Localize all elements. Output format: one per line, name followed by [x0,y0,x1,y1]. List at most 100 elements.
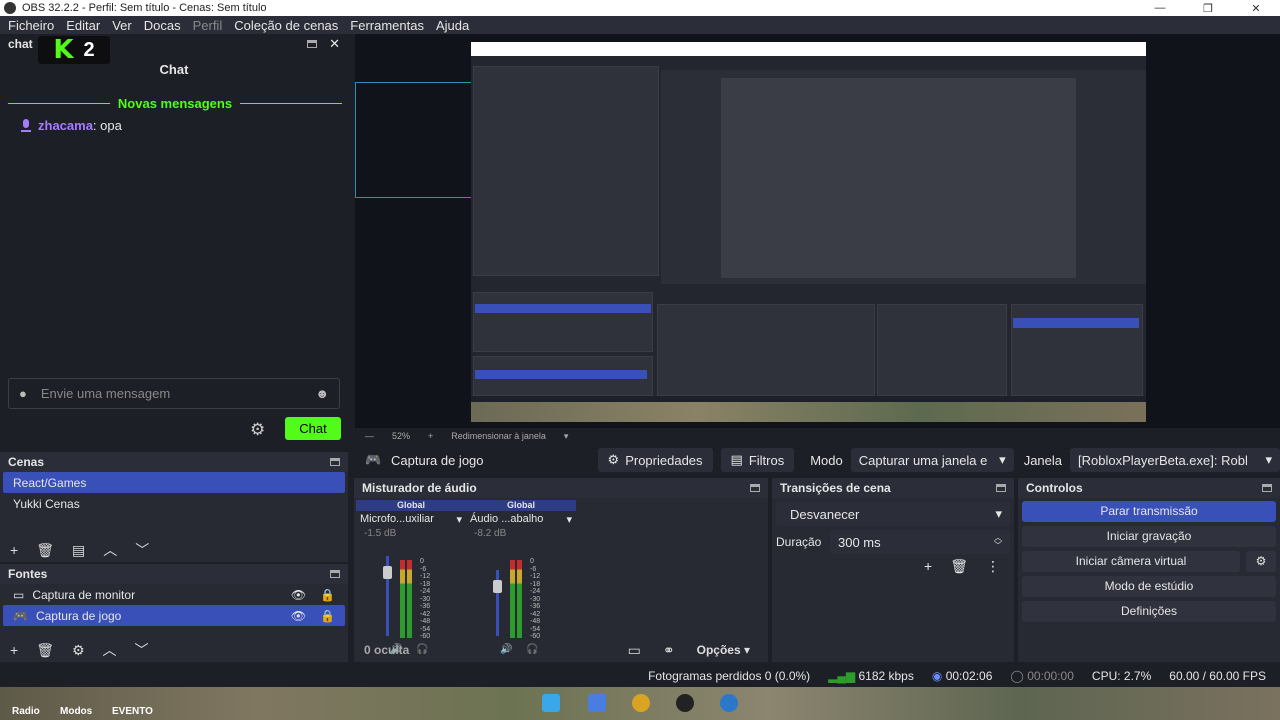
channel-group: Global [466,500,576,511]
mixer-link-icon[interactable]: ⚭ [663,642,675,659]
meter-scale: 0 -6 -12 -18 -24 -30 -36 -42 -48 -54 -60 [420,558,431,640]
chevron-down-icon: ▾ [1265,452,1272,467]
undock-icon[interactable] [330,458,340,466]
menu-editar[interactable]: Editar [66,18,100,33]
scene-item[interactable]: Yukki Cenas [3,493,345,514]
studio-mode-button[interactable]: Modo de estúdio [1022,576,1276,597]
game-capture-icon: 🎮 [365,452,382,467]
volume-knob[interactable] [383,566,392,579]
emoji-icon[interactable]: ☻ [315,386,329,401]
zoom-in-icon[interactable]: + [428,431,433,441]
eye-icon[interactable]: 👁 [291,588,306,602]
filter-icon[interactable]: ▤ [72,542,85,559]
transitions-panel: Transições de cena Desvanecer ▾ Duração … [772,478,1014,662]
properties-button[interactable]: ⚙ Propriedades [597,448,713,472]
hud-radio-label[interactable]: Radio [12,706,40,717]
maximize-button[interactable]: ❐ [1184,2,1232,15]
trash-icon[interactable]: 🗑 [950,558,968,575]
message-username[interactable]: zhacama [38,118,93,133]
menu-ferramentas[interactable]: Ferramentas [350,18,424,33]
kick-logo: K 2 [38,35,110,65]
channel-menu-icon[interactable]: ▾ [566,513,572,526]
minimize-button[interactable]: — [1136,2,1184,14]
chevron-up-icon[interactable]: ︿ [103,540,117,560]
stop-stream-button[interactable]: Parar transmissão [1022,501,1276,522]
audio-mixer-panel: Misturador de áudio Global Microfo...uxi… [354,478,768,662]
undock-icon[interactable] [996,484,1006,492]
chevron-down-icon: ▾ [999,452,1006,467]
window-title: OBS 32.2.2 - Perfil: Sem título - Cenas:… [22,2,267,14]
menu-docas[interactable]: Docas [144,18,181,33]
hud-event-label[interactable]: EVENTO [112,706,153,717]
duration-input[interactable]: 300 ms ︿ ﹀ [830,530,1010,554]
hud-modes-label[interactable]: Modos [60,706,92,717]
filters-button[interactable]: ▤ Filtros [720,448,795,472]
start-virtual-camera-button[interactable]: Iniciar câmera virtual [1022,551,1240,572]
close-window-button[interactable]: ✕ [1232,2,1280,15]
mode-label: Modo [810,452,843,468]
chat-message-input[interactable]: ● Envie uma mensagem ☻ [8,378,340,409]
kick-logo-number: 2 [83,38,95,61]
menu-perfil[interactable]: Perfil [193,18,223,33]
channel-menu-icon[interactable]: ▾ [456,513,462,526]
undock-icon[interactable] [1262,484,1272,492]
lock-icon[interactable]: 🔒 [320,609,335,623]
menu-ajuda[interactable]: Ajuda [436,18,469,33]
volume-meter [407,560,412,638]
window-select[interactable]: [RobloxPlayerBeta.exe]: Robl ▾ [1070,448,1280,472]
add-icon[interactable]: + [924,558,932,575]
chevron-down-icon[interactable]: ﹀ [135,540,149,560]
virtual-camera-settings-gear-icon[interactable]: ⚙ [1246,551,1276,572]
undock-icon[interactable] [307,40,318,48]
mixer-layout-icon[interactable]: ▭ [628,642,641,659]
kick-logo-k: K [53,35,74,65]
obs-taskbar-icon[interactable] [676,694,694,712]
source-item[interactable]: 🎮 Captura de jogo 👁 🔒 [3,605,345,626]
chevron-up-icon[interactable]: ︿ [103,640,117,660]
add-icon[interactable]: + [10,642,18,658]
app-taskbar-icon[interactable] [720,694,738,712]
zoom-dropdown-icon[interactable]: ▾ [564,431,569,442]
new-messages-divider: Novas mensagens [8,96,343,111]
close-dock-icon[interactable]: ✕ [329,36,340,52]
preview-canvas[interactable] [471,42,1146,422]
more-options-icon[interactable]: ⋮ [986,558,1000,575]
mode-select[interactable]: Capturar uma janela e ▾ [850,448,1014,472]
emote-icon[interactable]: ● [19,386,27,401]
stepper-icon[interactable]: ︿ ﹀ [994,534,1002,550]
file-explorer-icon[interactable] [588,694,606,712]
mode-value: Capturar uma janela e [858,452,988,468]
add-icon[interactable]: + [10,542,18,558]
eye-icon[interactable]: 👁 [291,609,306,623]
signal-icon: ▂▄▆ [828,669,856,683]
trash-icon[interactable]: 🗑 [36,642,54,659]
trash-icon[interactable]: 🗑 [36,542,54,559]
chrome-icon[interactable] [632,694,650,712]
undock-icon[interactable] [330,570,340,578]
scenes-title: Cenas [8,455,45,469]
resize-to-window-label[interactable]: Redimensionar à janela [451,431,546,441]
chevron-down-icon[interactable]: ﹀ [135,640,149,660]
mixer-options-button[interactable]: Opções ▾ [697,643,750,657]
controls-panel: Controlos Parar transmissão Iniciar grav… [1018,478,1280,662]
scene-item[interactable]: React/Games [3,472,345,493]
preview-nested-obs [471,56,1146,396]
chat-send-button[interactable]: Chat [285,417,341,440]
menu-ver[interactable]: Ver [112,18,132,33]
undock-icon[interactable] [750,484,760,492]
zoom-out-icon[interactable]: — [365,431,374,441]
windows-start-icon[interactable] [542,694,560,712]
preview-area[interactable] [355,34,1280,428]
source-item[interactable]: ▭ Captura de monitor 👁 🔒 [3,584,345,605]
chat-settings-gear-icon[interactable]: ⚙ [250,420,265,440]
volume-knob[interactable] [493,580,502,593]
start-recording-button[interactable]: Iniciar gravação [1022,526,1276,547]
preview-game-ground [471,402,1146,422]
menu-ficheiro[interactable]: Ficheiro [8,18,54,33]
controls-title: Controlos [1026,481,1083,495]
lock-icon[interactable]: 🔒 [320,588,335,602]
menu-colecao-cenas[interactable]: Coleção de cenas [234,18,338,33]
settings-button[interactable]: Definições [1022,601,1276,622]
transition-select[interactable]: Desvanecer ▾ [776,502,1010,526]
gear-icon[interactable]: ⚙ [72,642,85,659]
